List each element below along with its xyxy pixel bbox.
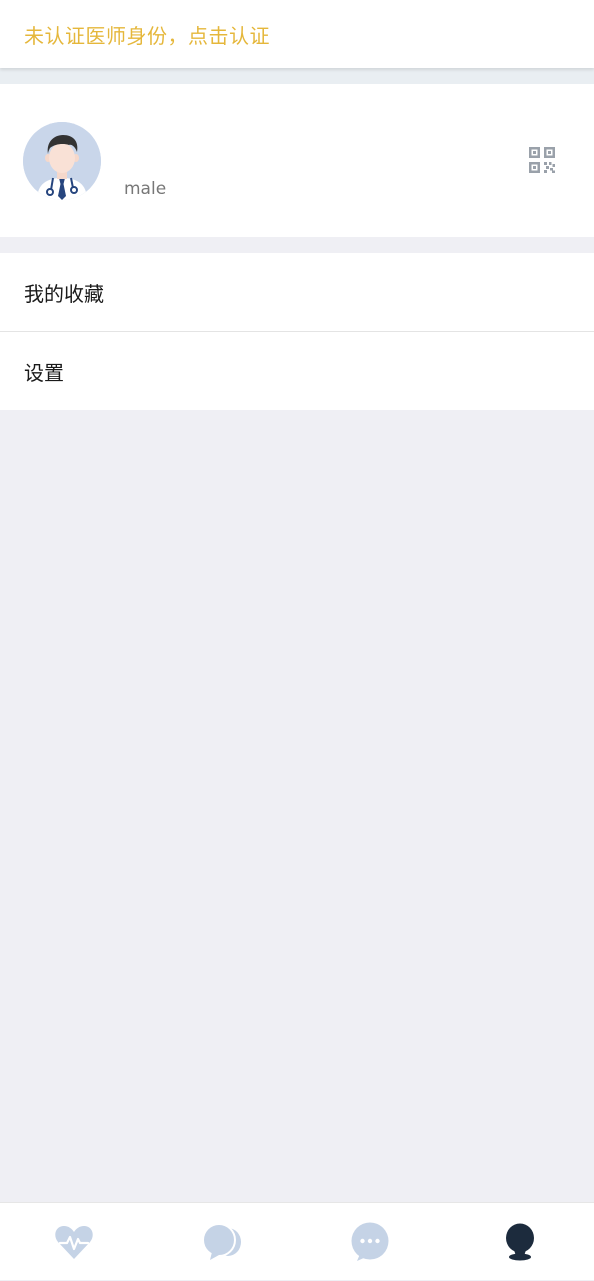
menu-item-settings[interactable]: 设置 <box>0 331 594 410</box>
user-profile-icon <box>506 1223 534 1261</box>
qr-code-icon[interactable] <box>528 146 556 174</box>
tab-consult[interactable] <box>148 1203 296 1281</box>
menu-list: 我的收藏 设置 <box>0 253 594 410</box>
heart-pulse-icon <box>55 1225 93 1259</box>
tab-health[interactable] <box>0 1203 148 1281</box>
message-dots-icon <box>351 1222 389 1261</box>
profile-gender: male <box>124 179 167 199</box>
banner-divider <box>0 68 594 84</box>
chat-bubbles-icon <box>202 1223 241 1260</box>
verify-banner-text: 未认证医师身份，点击认证 <box>24 23 270 48</box>
menu-item-label: 设置 <box>24 360 64 385</box>
verify-doctor-banner[interactable]: 未认证医师身份，点击认证 <box>0 0 594 68</box>
profile-card: male <box>0 84 594 237</box>
menu-item-favorites[interactable]: 我的收藏 <box>0 253 594 331</box>
tab-messages[interactable] <box>296 1203 444 1281</box>
bottom-tab-bar <box>0 1202 594 1280</box>
menu-item-label: 我的收藏 <box>24 281 104 306</box>
tab-profile[interactable] <box>446 1203 594 1281</box>
doctor-avatar-icon[interactable] <box>23 122 101 200</box>
